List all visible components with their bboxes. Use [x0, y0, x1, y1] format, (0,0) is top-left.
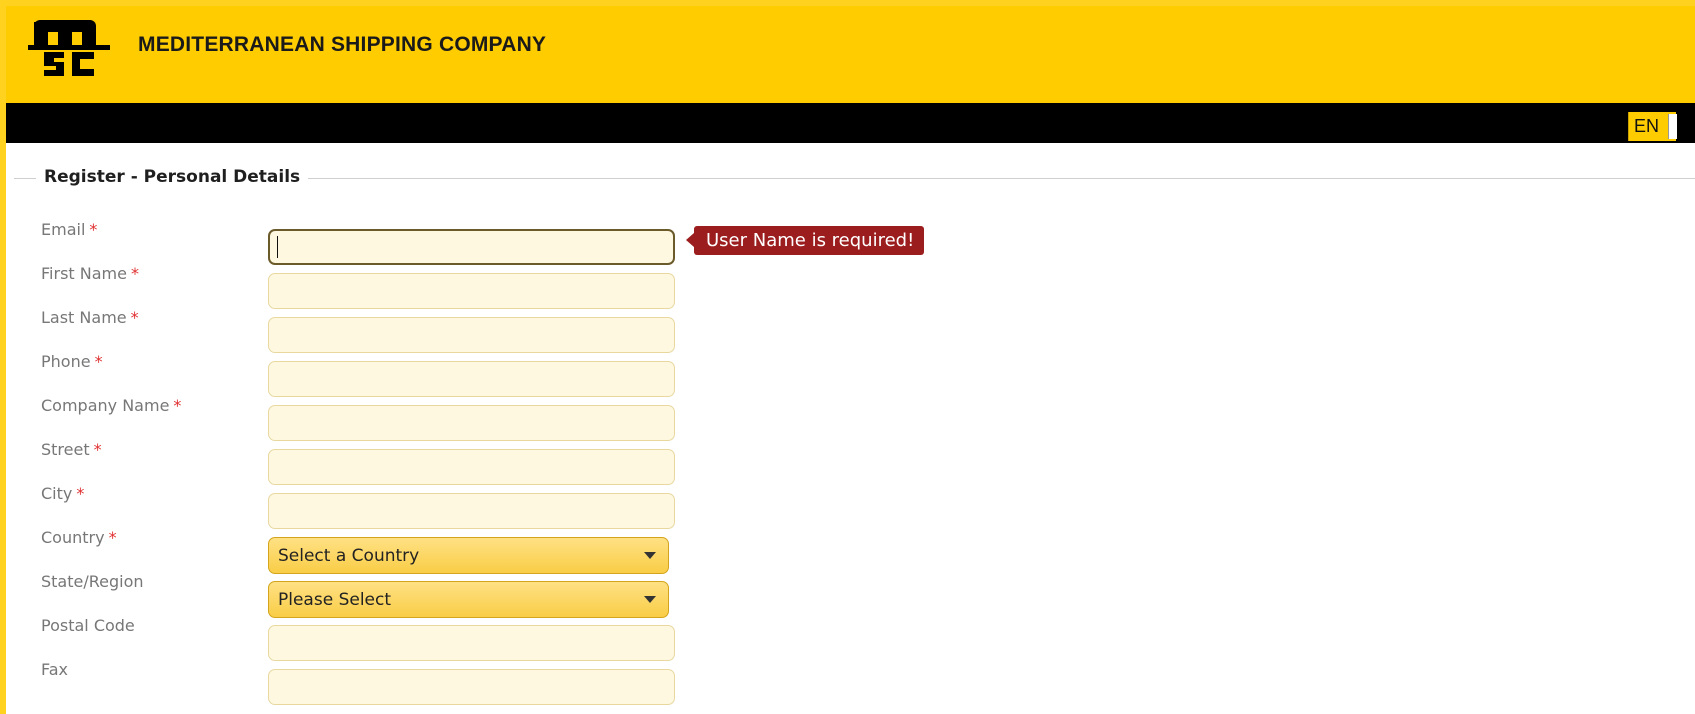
last-name-label: Last Name * [41, 308, 139, 327]
fax-label: Fax [41, 660, 68, 679]
navbar: EN [6, 103, 1695, 143]
email-error-tooltip: User Name is required! [686, 226, 925, 255]
city-label: City * [41, 484, 84, 503]
street-label-text: Street [41, 440, 90, 459]
email-label: Email * [41, 220, 97, 239]
state-region-select[interactable]: Please Select [268, 581, 669, 618]
text-caret [277, 236, 278, 258]
first-name-label: First Name * [41, 264, 139, 283]
phone-label: Phone * [41, 352, 103, 371]
email-input[interactable] [268, 229, 675, 265]
company-name-label: Company Name * [41, 396, 181, 415]
email-label-text: Email [41, 220, 86, 239]
phone-label-text: Phone [41, 352, 91, 371]
required-marker: * [76, 484, 85, 503]
state-region-label-text: State/Region [41, 572, 144, 591]
language-label: EN [1634, 116, 1660, 136]
required-marker: * [130, 264, 139, 283]
company-name-label-text: Company Name [41, 396, 170, 415]
first-name-label-text: First Name [41, 264, 127, 283]
fax-label-text: Fax [41, 660, 69, 679]
msc-logo[interactable] [28, 16, 110, 78]
required-marker: * [89, 220, 98, 239]
postal-code-label: Postal Code [41, 616, 135, 635]
required-marker: * [108, 528, 117, 547]
first-name-input[interactable] [268, 273, 675, 309]
postal-code-label-text: Postal Code [41, 616, 135, 635]
country-label: Country * [41, 528, 117, 547]
city-input[interactable] [268, 493, 675, 529]
state-region-select-value: Please Select [278, 590, 392, 610]
street-input[interactable] [268, 449, 675, 485]
last-name-input[interactable] [268, 317, 675, 353]
phone-input[interactable] [268, 361, 675, 397]
language-dropdown-toggle[interactable] [1668, 114, 1677, 139]
country-select-value: Select a Country [278, 546, 420, 566]
company-name-input[interactable] [268, 405, 675, 441]
required-marker: * [94, 352, 103, 371]
postal-code-input[interactable] [268, 625, 675, 661]
tooltip-arrow [686, 233, 694, 247]
city-label-text: City [41, 484, 73, 503]
street-label: Street * [41, 440, 102, 459]
required-marker: * [93, 440, 102, 459]
form-title: Register - Personal Details [36, 167, 309, 187]
required-marker: * [130, 308, 139, 327]
company-name: MEDITERRANEAN SHIPPING COMPANY [138, 33, 547, 56]
required-marker: * [173, 396, 182, 415]
country-select[interactable]: Select a Country [268, 537, 669, 574]
last-name-label-text: Last Name [41, 308, 127, 327]
country-label-text: Country [41, 528, 105, 547]
state-region-label: State/Region [41, 572, 144, 591]
chevron-down-icon [644, 552, 656, 559]
fax-input[interactable] [268, 669, 675, 705]
chevron-down-icon [644, 596, 656, 603]
page: MEDITERRANEAN SHIPPING COMPANY EN Regist… [6, 6, 1695, 714]
error-message: User Name is required! [706, 230, 915, 251]
header: MEDITERRANEAN SHIPPING COMPANY [6, 6, 1695, 103]
language-selector[interactable]: EN [1628, 112, 1677, 141]
